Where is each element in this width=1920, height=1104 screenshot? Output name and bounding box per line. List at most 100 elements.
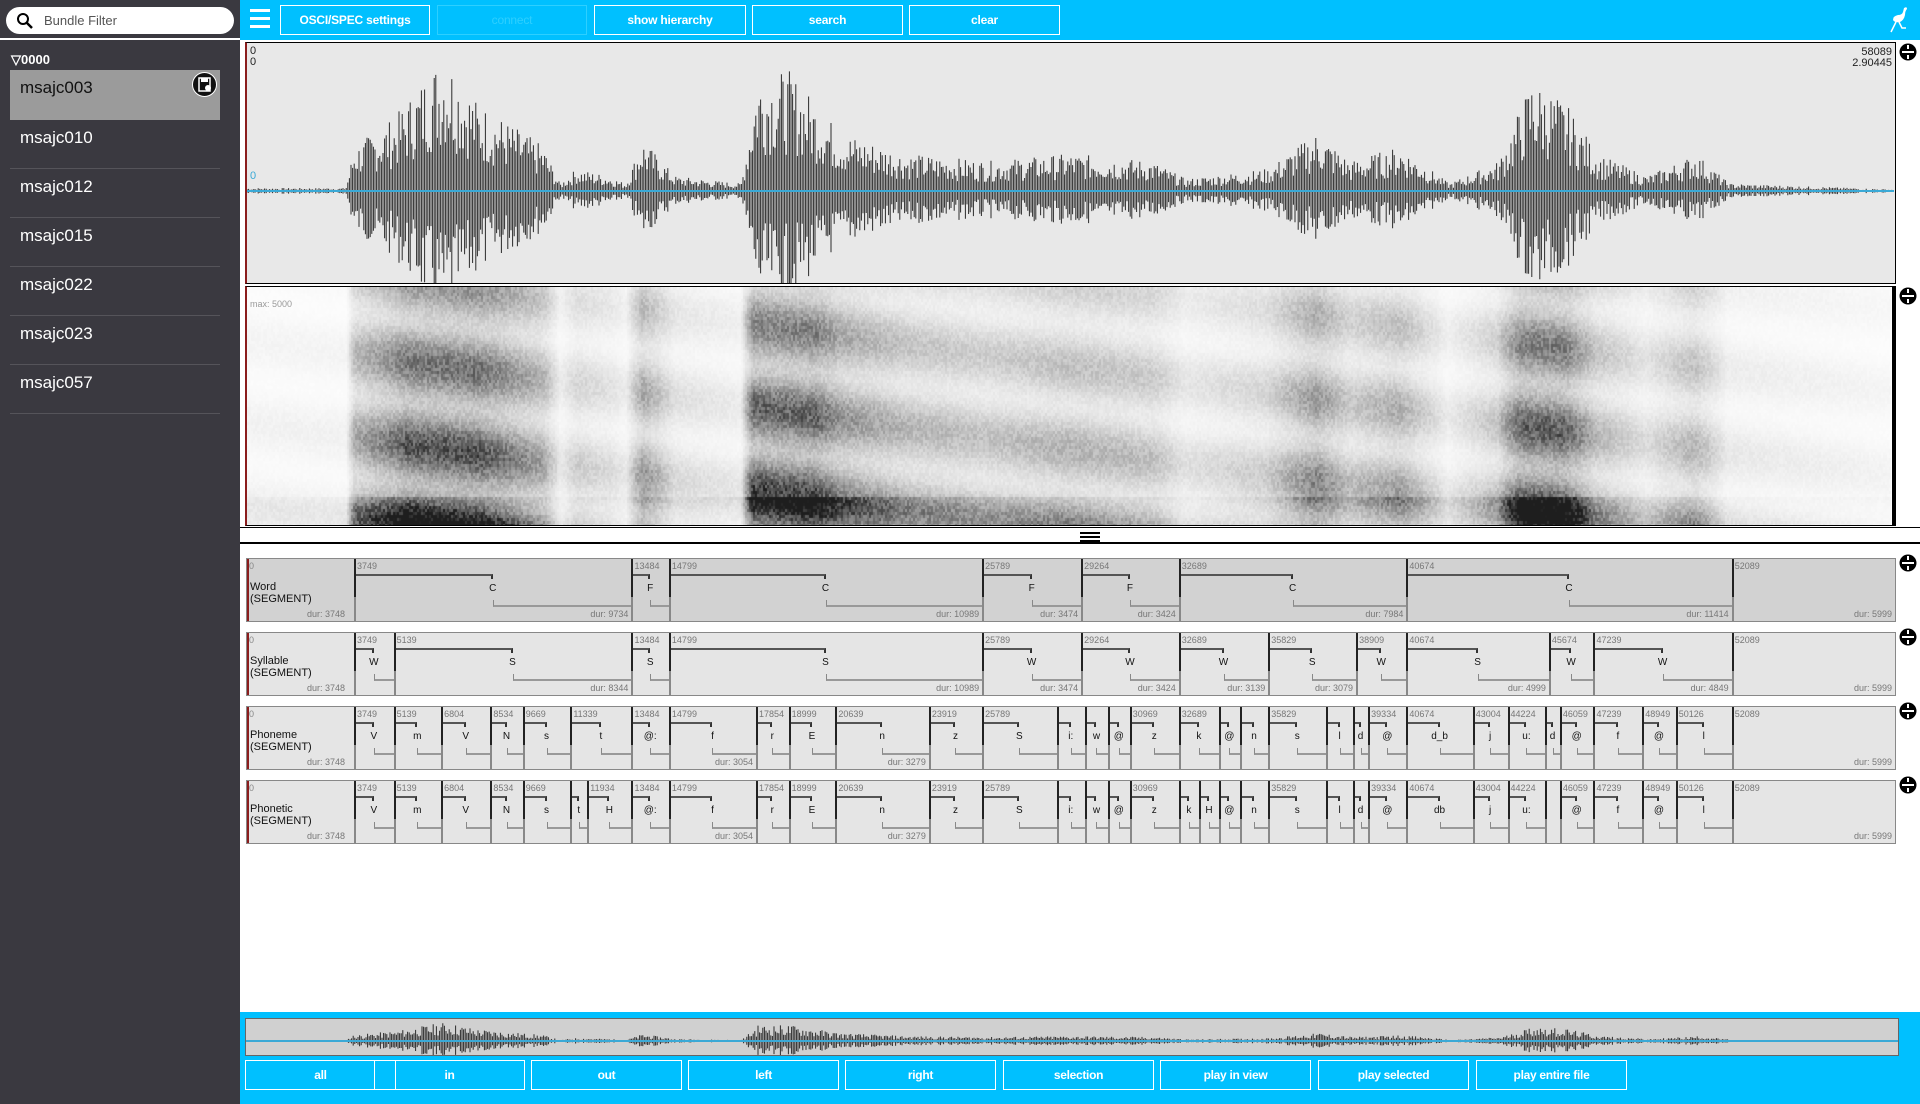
segment[interactable]: @: [1107, 781, 1130, 843]
segment[interactable]: 43004 j: [1472, 781, 1508, 843]
segment[interactable]: 5139 m: [393, 707, 442, 769]
segment[interactable]: 11339 t: [570, 707, 632, 769]
segment[interactable]: k: [1178, 781, 1200, 843]
segment[interactable]: 30969 z: [1129, 707, 1179, 769]
segment[interactable]: 14799 Cdur: 10989: [668, 559, 983, 621]
bundle-item-msajc015[interactable]: msajc015: [10, 218, 220, 267]
segment[interactable]: l: [1326, 781, 1353, 843]
resize-level-icon[interactable]: [1899, 776, 1917, 794]
segment[interactable]: d: [1545, 707, 1560, 769]
segment[interactable]: 39334 @: [1368, 781, 1407, 843]
bundle-item-msajc003[interactable]: msajc003: [10, 70, 220, 120]
segment[interactable]: [1545, 781, 1560, 843]
segment[interactable]: 29264 Fdur: 3424: [1081, 559, 1179, 621]
overview-waveform[interactable]: [245, 1018, 1899, 1056]
spectrogram-panel[interactable]: max: 5000: [245, 286, 1896, 526]
segment[interactable]: 52089 dur: 5999: [1731, 707, 1895, 769]
bundle-item-msajc022[interactable]: msajc022: [10, 267, 220, 316]
segment[interactable]: w: [1085, 781, 1108, 843]
segment[interactable]: 25789 S: [982, 707, 1057, 769]
segment[interactable]: 3749 W: [354, 633, 394, 695]
segment[interactable]: 14799 Sdur: 10989: [668, 633, 983, 695]
segment[interactable]: 39334 @: [1368, 707, 1407, 769]
segment[interactable]: 13484 S: [631, 633, 669, 695]
segment[interactable]: 52089 dur: 5999: [1731, 781, 1895, 843]
segment[interactable]: 11934 H: [587, 781, 632, 843]
segment[interactable]: 5139 Sdur: 8344: [393, 633, 632, 695]
segment[interactable]: 35829 Sdur: 3079: [1268, 633, 1357, 695]
right-button[interactable]: right: [845, 1060, 996, 1090]
segment[interactable]: 8534 N: [490, 781, 523, 843]
resize-level-icon[interactable]: [1899, 554, 1917, 572]
segment[interactable]: 23919 z: [928, 707, 983, 769]
show-hierarchy-button[interactable]: show hierarchy: [594, 5, 746, 35]
resize-level-icon[interactable]: [1899, 628, 1917, 646]
segment[interactable]: @: [1107, 707, 1130, 769]
segment[interactable]: 52089 dur: 5999: [1731, 559, 1895, 621]
segment[interactable]: 25789 Fdur: 3474: [982, 559, 1082, 621]
segment[interactable]: 6804 V: [441, 781, 491, 843]
segment[interactable]: 32689 Cdur: 7984: [1178, 559, 1407, 621]
drag-handle-icon[interactable]: [1080, 532, 1100, 542]
bundle-item-msajc012[interactable]: msajc012: [10, 169, 220, 218]
search-button[interactable]: search: [752, 5, 903, 35]
segment[interactable]: 32689 Wdur: 3139: [1178, 633, 1269, 695]
segment[interactable]: 29264 Wdur: 3424: [1081, 633, 1179, 695]
bundle-item-msajc010[interactable]: msajc010: [10, 120, 220, 169]
resize-level-icon[interactable]: [1899, 702, 1917, 720]
bundle-item-msajc023[interactable]: msajc023: [10, 316, 220, 365]
session-toggle[interactable]: ▽0000: [11, 52, 50, 68]
segment[interactable]: 47239 Wdur: 4849: [1593, 633, 1732, 695]
segment[interactable]: 9669 s: [522, 781, 571, 843]
bundle-item-msajc057[interactable]: msajc057: [10, 365, 220, 414]
segment[interactable]: 48949 @: [1642, 707, 1676, 769]
segment[interactable]: 13484 @:: [631, 781, 669, 843]
segment[interactable]: 46059 @: [1559, 707, 1594, 769]
out-button[interactable]: out: [531, 1060, 682, 1090]
segment[interactable]: 47239 f: [1593, 707, 1643, 769]
segment[interactable]: i:: [1056, 781, 1086, 843]
segment[interactable]: 5139 m: [393, 781, 442, 843]
segment[interactable]: 20639 n dur: 3279: [835, 707, 929, 769]
play-entire-file-button[interactable]: play entire file: [1476, 1060, 1627, 1090]
in-button[interactable]: in: [374, 1060, 525, 1090]
segment[interactable]: 30969 z: [1129, 781, 1179, 843]
level-phonetic[interactable]: 0 Phonetic (SEGMENT) dur: 3748 3749 V 5139 m 680…: [246, 780, 1896, 844]
segment[interactable]: 50126 l: [1675, 781, 1732, 843]
oscillogram-panel[interactable]: 0 0 0 58089 2.90445: [245, 42, 1896, 284]
selection-button[interactable]: selection: [1003, 1060, 1154, 1090]
segment[interactable]: 23919 z: [928, 781, 983, 843]
segment[interactable]: 46059 @: [1559, 781, 1594, 843]
segment[interactable]: 35829 s: [1268, 707, 1327, 769]
segment[interactable]: 25789 Wdur: 3474: [982, 633, 1082, 695]
segment[interactable]: 14799 f dur: 3054: [668, 781, 756, 843]
segment[interactable]: 38909 W: [1356, 633, 1407, 695]
connect-button[interactable]: connect: [437, 5, 587, 35]
segment[interactable]: d: [1352, 707, 1369, 769]
segment[interactable]: 3749 V: [354, 781, 394, 843]
segment[interactable]: 40674 Cdur: 11414: [1406, 559, 1732, 621]
left-button[interactable]: left: [688, 1060, 839, 1090]
segment[interactable]: 40674 Sdur: 4999: [1406, 633, 1549, 695]
segment[interactable]: d: [1352, 781, 1369, 843]
segment[interactable]: t: [570, 781, 588, 843]
segment[interactable]: 52089 dur: 5999: [1731, 633, 1895, 695]
bundle-filter-box[interactable]: [6, 7, 234, 34]
segment[interactable]: 13484 F: [631, 559, 669, 621]
segment[interactable]: 13484 @:: [631, 707, 669, 769]
segment[interactable]: n: [1239, 781, 1269, 843]
segment[interactable]: 18999 E: [788, 781, 836, 843]
segment[interactable]: 35829 s: [1268, 781, 1327, 843]
segment[interactable]: 45674 W: [1548, 633, 1594, 695]
segment[interactable]: 9669 s: [522, 707, 571, 769]
segment[interactable]: 17854 r: [755, 781, 789, 843]
clear-button[interactable]: clear: [909, 5, 1060, 35]
segment[interactable]: 3749 Cdur: 9734: [354, 559, 632, 621]
segment[interactable]: n: [1239, 707, 1269, 769]
segment[interactable]: 8534 N: [490, 707, 523, 769]
segment[interactable]: 40674 db: [1406, 781, 1473, 843]
segment[interactable]: 43004 j: [1472, 707, 1508, 769]
segment[interactable]: @: [1219, 781, 1240, 843]
level-phoneme[interactable]: 0 Phoneme (SEGMENT) dur: 3748 3749 V 5139 m 6804…: [246, 706, 1896, 770]
segment[interactable]: 14799 f dur: 3054: [668, 707, 756, 769]
